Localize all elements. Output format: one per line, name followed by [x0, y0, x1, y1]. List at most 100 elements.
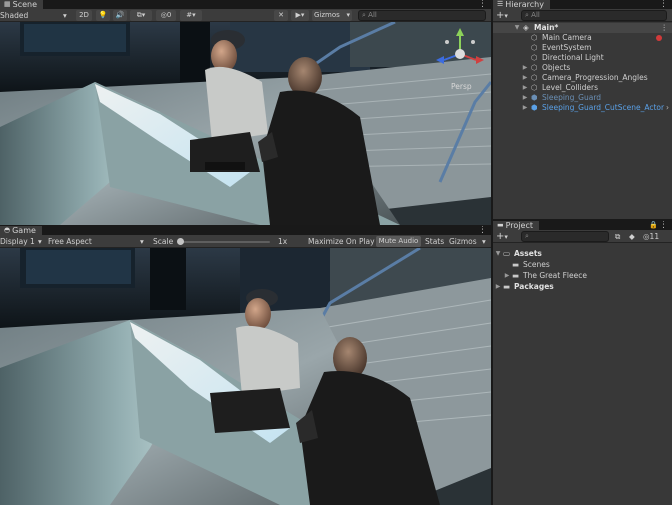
- mute-audio-toggle[interactable]: Mute Audio: [376, 236, 421, 247]
- hierarchy-item[interactable]: ⬡ Main Camera: [493, 33, 672, 43]
- hierarchy-tabbar: ☰ Hierarchy ⋮: [493, 0, 672, 9]
- scene-search-input[interactable]: ⌕ All: [358, 10, 486, 21]
- draw-mode-dropdown[interactable]: Shaded ▾: [0, 10, 70, 21]
- project-folder-item[interactable]: ▶ ▬ The Great Fleece: [493, 271, 672, 281]
- display-dropdown[interactable]: Display 1 ▾: [0, 236, 46, 247]
- tab-project[interactable]: ▬ Project: [493, 221, 539, 230]
- effects-dropdown-icon[interactable]: ⧉▾: [130, 10, 152, 21]
- expand-arrow-icon[interactable]: ▶: [494, 282, 502, 292]
- scene-render: [0, 22, 491, 225]
- lock-icon[interactable]: 🔒: [649, 221, 658, 229]
- folder-label: The Great Fleece: [523, 271, 587, 280]
- hierarchy-search-input[interactable]: ⌕ All: [521, 10, 667, 21]
- scene-menu-icon[interactable]: ⋮: [478, 0, 487, 9]
- expand-arrow-icon[interactable]: ▶: [521, 83, 529, 93]
- scene-tabbar: ▦ Scene ⋮: [0, 0, 491, 9]
- folder-icon: ▬: [512, 271, 520, 280]
- game-gizmos-label: Gizmos: [449, 237, 477, 246]
- hierarchy-item-label: Main Camera: [542, 33, 592, 42]
- expand-arrow-icon[interactable]: ▶: [521, 93, 529, 103]
- aspect-dropdown[interactable]: Free Aspect ▾: [48, 236, 148, 247]
- gameobject-cube-icon: ⬡: [531, 43, 538, 52]
- grid-dropdown-icon[interactable]: #▾: [180, 10, 202, 21]
- expand-arrow-icon[interactable]: ▼: [494, 249, 502, 259]
- draw-mode-label: Shaded: [0, 11, 29, 20]
- maximize-on-play-toggle[interactable]: Maximize On Play: [308, 236, 375, 247]
- gameobject-cube-icon: ⬡: [531, 53, 538, 62]
- tab-game[interactable]: ◓ Game: [0, 226, 42, 235]
- unity-scene-icon: ◈: [523, 23, 529, 32]
- prefab-cube-icon: ⬢: [531, 103, 538, 112]
- audio-toggle-icon[interactable]: 🔊: [113, 10, 127, 21]
- gameobject-cube-icon: ⬡: [531, 73, 538, 82]
- list-icon: ☰: [497, 0, 504, 8]
- lighting-toggle-icon[interactable]: 💡: [96, 10, 110, 21]
- project-add-button[interactable]: +▾: [496, 231, 508, 242]
- project-menu-icon[interactable]: ⋮: [659, 221, 668, 230]
- hidden-count: 0: [166, 11, 172, 19]
- aspect-label: Free Aspect: [48, 237, 92, 246]
- folder-icon: ▬: [497, 221, 504, 229]
- hierarchy-item[interactable]: ⬡ Directional Light: [493, 53, 672, 63]
- hierarchy-item-label: EventSystem: [542, 43, 592, 52]
- scale-slider[interactable]: [178, 241, 270, 243]
- hierarchy-menu-icon[interactable]: ⋮: [659, 0, 668, 9]
- search-by-type-icon[interactable]: ⧉: [615, 231, 620, 242]
- hierarchy-item[interactable]: ▶ ⬢ Sleeping_Guard_CutScene_Actor ›: [493, 103, 672, 113]
- expand-arrow-icon[interactable]: ▶: [521, 103, 529, 113]
- display-label: Display 1: [0, 237, 35, 246]
- hierarchy-item[interactable]: ▶ ⬡ Camera_Progression_Angles: [493, 73, 672, 83]
- chevron-down-icon: ▾: [482, 237, 486, 246]
- hierarchy-item[interactable]: ⬡ EventSystem: [493, 43, 672, 53]
- grid-icon: ▦: [4, 0, 11, 8]
- project-search-input[interactable]: ⌕: [521, 231, 609, 242]
- scale-slider-handle[interactable]: [177, 238, 184, 245]
- hierarchy-item[interactable]: ▶ ⬢ Sleeping_Guard: [493, 93, 672, 103]
- search-icon: ⌕: [525, 11, 529, 19]
- scene-menu-icon[interactable]: ⋮: [661, 23, 669, 33]
- chevron-down-icon: ▾: [504, 233, 508, 241]
- folder-icon: ▬: [512, 260, 520, 269]
- hidden-packages-count: 11: [649, 232, 660, 241]
- packages-folder-row[interactable]: ▶ ▬ Packages: [493, 282, 672, 292]
- hidden-objects-toggle[interactable]: ◎0: [156, 10, 176, 21]
- scene-root-row[interactable]: ▼ ◈ Main* ⋮: [493, 23, 672, 33]
- tools-icon[interactable]: ✕: [274, 10, 288, 21]
- hierarchy-toolbar: +▾ ⌕ All: [493, 9, 672, 22]
- error-badge-icon: [656, 35, 662, 41]
- expand-arrow-icon[interactable]: ▶: [521, 73, 529, 83]
- scene-tab-label: Scene: [12, 0, 38, 9]
- folder-open-icon: ▭: [503, 249, 511, 258]
- camera-dropdown-icon[interactable]: ▶▾: [291, 10, 309, 21]
- assets-folder-row[interactable]: ▼ ▭ Assets: [493, 249, 672, 259]
- hierarchy-add-button[interactable]: +▾: [496, 10, 508, 21]
- game-gizmos-dropdown[interactable]: Gizmos ▾: [449, 236, 489, 247]
- project-panel: ▬ Project 🔒 ⋮ +▾ ⌕ ⧉ ◆ ◎11 ▼ ▭ Assets ▬ …: [493, 221, 672, 505]
- game-menu-icon[interactable]: ⋮: [478, 226, 487, 235]
- game-viewport[interactable]: [0, 248, 491, 505]
- project-tree: ▼ ▭ Assets ▬ Scenes ▶ ▬ The Great Fleece…: [493, 243, 672, 505]
- project-folder-item[interactable]: ▬ Scenes: [493, 260, 672, 270]
- hierarchy-item[interactable]: ▶ ⬡ Level_Colliders: [493, 83, 672, 93]
- tab-scene[interactable]: ▦ Scene: [0, 0, 44, 9]
- stats-toggle[interactable]: Stats: [425, 236, 444, 247]
- project-tab-label: Project: [505, 221, 533, 230]
- expand-arrow-icon[interactable]: ▼: [513, 23, 521, 33]
- chevron-right-icon[interactable]: ›: [666, 103, 669, 113]
- search-by-label-icon[interactable]: ◆: [629, 231, 635, 242]
- tab-hierarchy[interactable]: ☰ Hierarchy: [493, 0, 550, 9]
- gameobject-cube-icon: ⬡: [531, 33, 538, 42]
- scene-gizmos-dropdown[interactable]: Gizmos ▾: [312, 10, 352, 21]
- game-tabbar: ◓ Game ⋮: [0, 226, 491, 235]
- view-mode-label[interactable]: Persp: [451, 82, 472, 91]
- chevron-down-icon: ▾: [504, 12, 508, 20]
- expand-arrow-icon[interactable]: ▶: [521, 63, 529, 73]
- hidden-packages-toggle[interactable]: ◎11: [643, 231, 659, 242]
- expand-arrow-icon[interactable]: ▶: [503, 271, 511, 281]
- mode-2d-toggle[interactable]: 2D: [76, 10, 92, 21]
- hierarchy-item[interactable]: ▶ ⬡ Objects: [493, 63, 672, 73]
- game-tab-label: Game: [12, 226, 36, 235]
- game-render: [0, 248, 491, 505]
- scene-viewport[interactable]: Persp: [0, 22, 491, 225]
- chevron-down-icon: ▾: [63, 11, 67, 20]
